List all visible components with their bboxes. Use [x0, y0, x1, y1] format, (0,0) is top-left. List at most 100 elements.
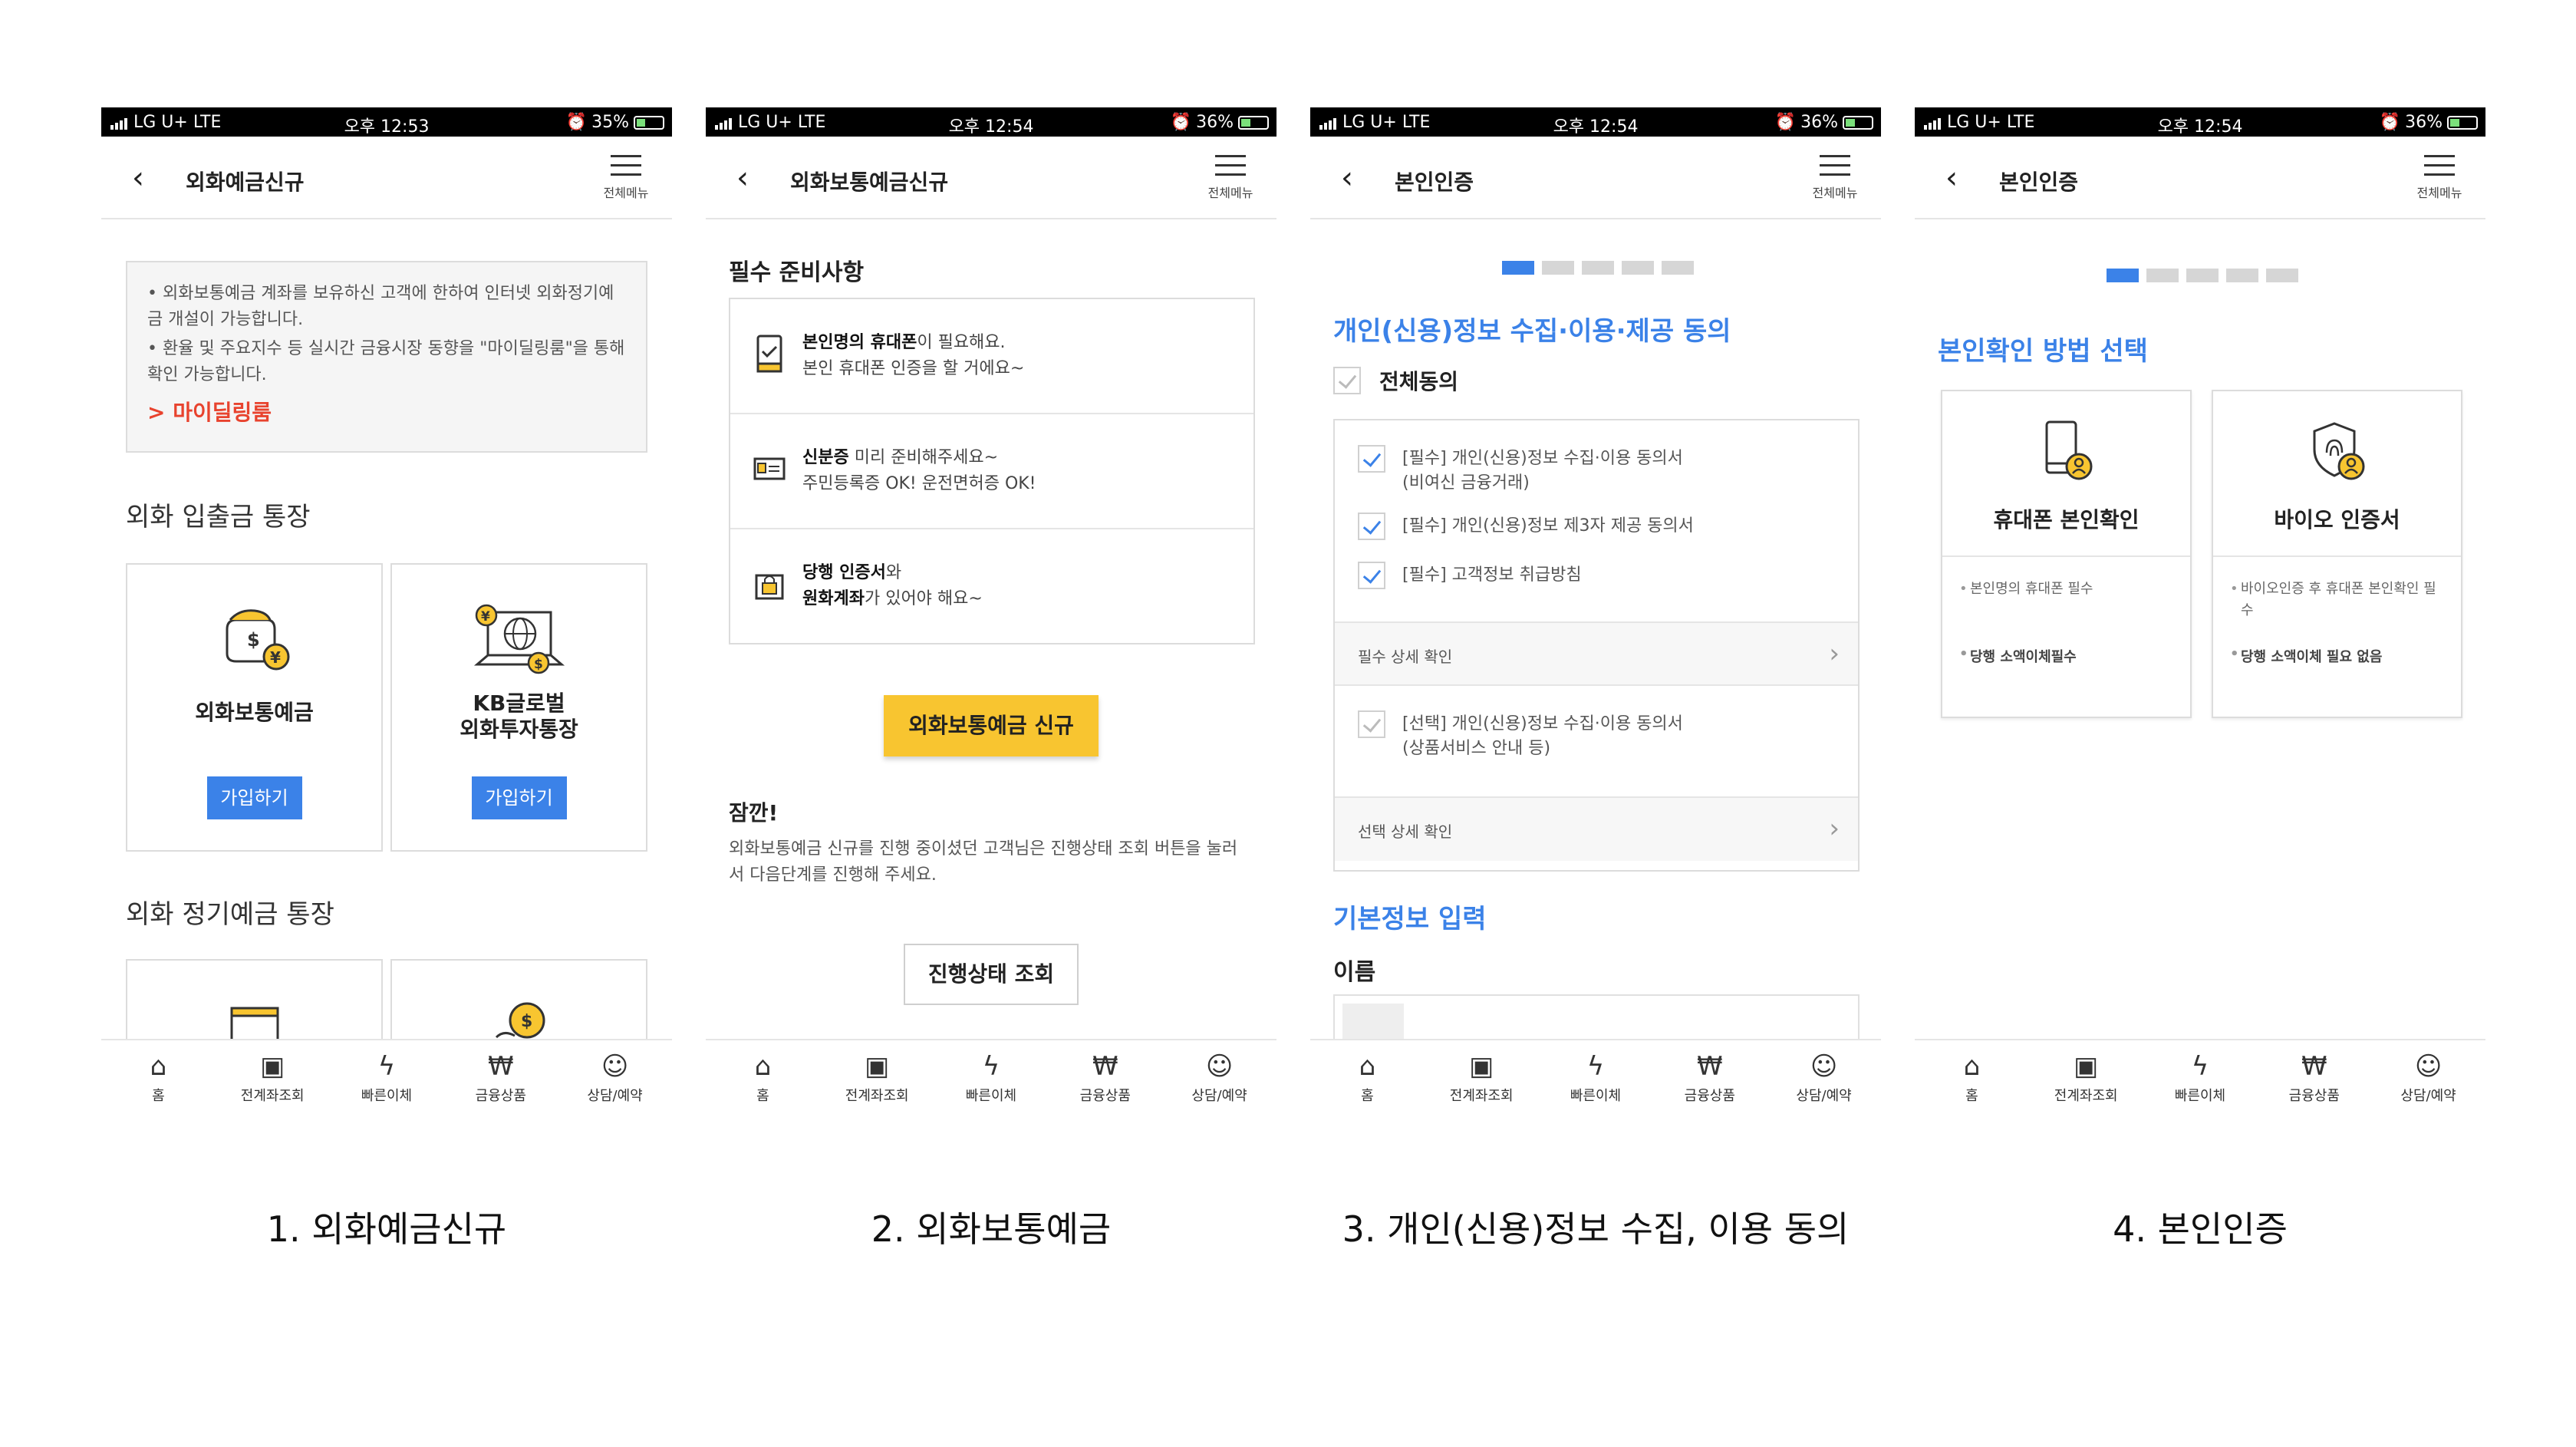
account-search-icon: ▣	[260, 1051, 285, 1082]
agree-label: [필수] 개인(신용)정보 제3자 제공 동의서	[1402, 516, 1694, 536]
tab-label: 빠른이체	[1570, 1088, 1622, 1104]
product-card-partial[interactable]: $	[390, 959, 647, 1051]
prep-bold: 당행 인증서	[802, 563, 886, 582]
nav-bar: ‹ 본인인증 전체메뉴	[1915, 137, 2485, 219]
bottom-tab-bar: ⌂ 홈 ▣ 전계좌조회 ϟ 빠른이체 ₩ 금융상품 ☺ 상담/예약	[1310, 1039, 1881, 1114]
tab-consult[interactable]: ☺ 상담/예약	[2371, 1040, 2485, 1114]
checkbox[interactable]	[1358, 562, 1385, 589]
product-card-partial[interactable]	[126, 959, 383, 1051]
product-card-fx-savings[interactable]: $ ¥ 외화보통예금 가입하기	[126, 563, 383, 852]
tab-products[interactable]: ₩ 금융상품	[443, 1040, 558, 1114]
auth-method-desc: 본인명의 휴대폰 필수	[1942, 557, 2190, 646]
headset-icon: ☺	[1205, 1051, 1234, 1082]
checkbox[interactable]	[1358, 445, 1385, 473]
all-agree-checkbox[interactable]	[1333, 367, 1361, 394]
tab-home[interactable]: ⌂ 홈	[1915, 1040, 2029, 1114]
tab-quick-transfer[interactable]: ϟ 빠른이체	[330, 1040, 444, 1114]
section-title-fx-deposit: 외화 입출금 통장	[126, 502, 311, 532]
tab-account-inquiry[interactable]: ▣ 전계좌조회	[1425, 1040, 1539, 1114]
tab-consult[interactable]: ☺ 상담/예약	[1162, 1040, 1276, 1114]
battery-icon	[2447, 115, 2478, 130]
step-indicator	[2107, 269, 2298, 282]
checkbox[interactable]	[1358, 710, 1385, 738]
tab-quick-transfer[interactable]: ϟ 빠른이체	[2143, 1040, 2258, 1114]
back-arrow-icon[interactable]: ‹	[1341, 163, 1353, 193]
status-check-button[interactable]: 진행상태 조회	[904, 944, 1079, 1005]
step-indicator	[1502, 261, 1694, 275]
agree-item-required-2[interactable]: [필수] 개인(신용)정보 제3자 제공 동의서	[1335, 513, 1858, 540]
caption-2: 2. 외화보통예금	[871, 1208, 1112, 1250]
my-dealing-room-link[interactable]: > 마이딜링룸	[147, 396, 626, 427]
prep-bold: 신분증	[802, 448, 849, 467]
battery-percent: 36%	[2405, 113, 2443, 132]
checkbox[interactable]	[1358, 513, 1385, 540]
tab-products[interactable]: ₩ 금융상품	[1652, 1040, 1767, 1114]
all-agree-row[interactable]: 전체동의	[1333, 365, 1458, 396]
phone-icon	[753, 335, 786, 373]
tab-consult[interactable]: ☺ 상담/예약	[1767, 1040, 1881, 1114]
notice-line-1: • 외화보통예금 계좌를 보유하신 고객에 한하여 인터넷 외화정기예금 개설이…	[147, 284, 614, 329]
auth-card-bio[interactable]: 바이오 인증서 바이오인증 후 휴대폰 본인확인 필수 당행 소액이체 필요 없…	[2212, 390, 2462, 718]
alarm-icon: ⏰	[565, 113, 588, 132]
headset-icon: ☺	[601, 1051, 629, 1082]
tab-home[interactable]: ⌂ 홈	[706, 1040, 820, 1114]
name-label: 이름	[1333, 959, 1376, 986]
tab-label: 상담/예약	[2400, 1088, 2456, 1104]
account-search-icon: ▣	[865, 1051, 890, 1082]
home-icon: ⌂	[150, 1051, 167, 1082]
menu-label: 전체메뉴	[603, 186, 649, 200]
tab-label: 홈	[756, 1088, 769, 1104]
product-card-kb-global[interactable]: ¥ $ KB글로벌 외화투자통장 가입하기	[390, 563, 647, 852]
status-bar: LG U+ LTE 오후 12:53 ⏰ 35%	[101, 107, 672, 137]
tab-label: 상담/예약	[1191, 1088, 1247, 1104]
tab-label: 금융상품	[475, 1088, 526, 1104]
agree-item-required-1[interactable]: [필수] 개인(신용)정보 수집·이용 동의서 (비여신 금융거래)	[1335, 445, 1858, 496]
back-arrow-icon[interactable]: ‹	[736, 163, 749, 193]
full-menu-button[interactable]: 전체메뉴	[1200, 155, 1261, 201]
page-title: 본인인증	[1999, 170, 2079, 195]
join-button[interactable]: 가입하기	[206, 776, 302, 819]
tab-label: 전계좌조회	[845, 1088, 909, 1104]
page-title: 외화보통예금신규	[790, 170, 949, 195]
optional-detail-row[interactable]: 선택 상세 확인 ›	[1335, 796, 1858, 861]
phone-screen-3: LG U+ LTE 오후 12:54 ⏰ 36% ‹ 본인인증 전체메뉴 개인(신…	[1310, 107, 1881, 1114]
product-grid: $ ¥ 외화보통예금 가입하기 ¥ $ KB글로벌 외화투자통장 가입하기	[126, 563, 647, 852]
fx-savings-new-button[interactable]: 외화보통예금 신규	[884, 695, 1099, 756]
tab-account-inquiry[interactable]: ▣ 전계좌조회	[2029, 1040, 2143, 1114]
auth-card-phone[interactable]: 휴대폰 본인확인 본인명의 휴대폰 필수 당행 소액이체필수	[1941, 390, 2192, 718]
full-menu-button[interactable]: 전체메뉴	[595, 155, 657, 201]
chevron-right-icon: ›	[1829, 813, 1840, 844]
full-menu-button[interactable]: 전체메뉴	[2409, 155, 2470, 201]
tab-label: 빠른이체	[2174, 1088, 2226, 1104]
tab-home[interactable]: ⌂ 홈	[1310, 1040, 1425, 1114]
tab-quick-transfer[interactable]: ϟ 빠른이체	[934, 1040, 1049, 1114]
agree-label: [선택] 개인(신용)정보 수집·이용 동의서 (상품서비스 안내 등)	[1402, 714, 1683, 758]
tab-products[interactable]: ₩ 금융상품	[1048, 1040, 1162, 1114]
back-arrow-icon[interactable]: ‹	[132, 163, 144, 193]
required-detail-row[interactable]: 필수 상세 확인 ›	[1335, 621, 1858, 686]
name-input[interactable]	[1333, 994, 1860, 1042]
caption-3: 3. 개인(신용)정보 수집, 이용 동의	[1342, 1208, 1850, 1250]
svg-text:$: $	[534, 657, 543, 672]
tab-products[interactable]: ₩ 금융상품	[2257, 1040, 2371, 1114]
join-button[interactable]: 가입하기	[471, 776, 567, 819]
alarm-icon: ⏰	[1170, 113, 1192, 132]
agree-item-optional[interactable]: [선택] 개인(신용)정보 수집·이용 동의서 (상품서비스 안내 등)	[1335, 710, 1858, 761]
hamburger-icon	[611, 155, 641, 176]
tab-label: 빠른이체	[965, 1088, 1017, 1104]
tab-account-inquiry[interactable]: ▣ 전계좌조회	[820, 1040, 934, 1114]
hamburger-icon	[1215, 155, 1246, 176]
tab-label: 홈	[1361, 1088, 1374, 1104]
agree-item-required-3[interactable]: [필수] 고객정보 취급방침	[1335, 562, 1858, 589]
tab-consult[interactable]: ☺ 상담/예약	[558, 1040, 672, 1114]
headset-icon: ☺	[2414, 1051, 2443, 1082]
account-search-icon: ▣	[1469, 1051, 1494, 1082]
full-menu-button[interactable]: 전체메뉴	[1804, 155, 1866, 201]
tab-quick-transfer[interactable]: ϟ 빠른이체	[1539, 1040, 1653, 1114]
back-arrow-icon[interactable]: ‹	[1945, 163, 1958, 193]
notice-line-2: • 환율 및 주요지수 등 실시간 금융시장 동향을 "마이딜링룸"을 통해 확…	[147, 339, 625, 384]
tab-home[interactable]: ⌂ 홈	[101, 1040, 216, 1114]
tab-account-inquiry[interactable]: ▣ 전계좌조회	[216, 1040, 330, 1114]
alarm-icon: ⏰	[2379, 113, 2401, 132]
bottom-tab-bar: ⌂ 홈 ▣ 전계좌조회 ϟ 빠른이체 ₩ 금융상품 ☺ 상담/예약	[101, 1039, 672, 1114]
